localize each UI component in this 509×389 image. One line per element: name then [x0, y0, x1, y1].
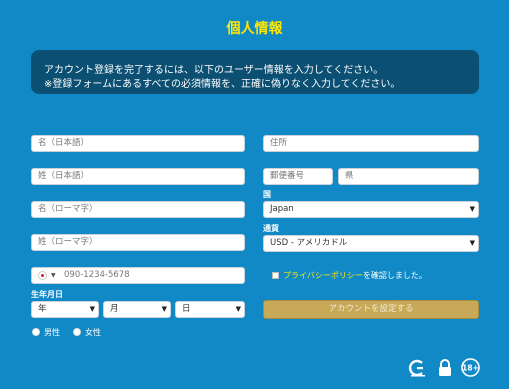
privacy-suffix: を確認しました。: [362, 271, 427, 280]
page-title: 個人情報: [226, 21, 283, 37]
gender-female-radio[interactable]: [73, 328, 81, 336]
birth-year-select[interactable]: 年 ▼: [31, 301, 99, 318]
create-account-button[interactable]: アカウントを設定する: [263, 300, 479, 319]
phone-placeholder: 090-1234-5678: [64, 270, 130, 280]
japan-flag-icon[interactable]: [38, 271, 47, 280]
prefecture-input[interactable]: 県: [338, 168, 479, 185]
currency-value: USD - アメリカドル: [270, 238, 348, 248]
currency-select[interactable]: USD - アメリカドル ▼: [263, 235, 479, 252]
country-value: Japan: [270, 204, 294, 214]
chevron-down-icon: ▼: [235, 305, 241, 313]
lock-icon: [436, 358, 454, 382]
privacy-policy-link[interactable]: プライバシーポリシー: [283, 271, 363, 280]
age-restriction-icon: 18+: [461, 358, 480, 381]
gamcare-icon: [408, 358, 428, 382]
chevron-down-icon: ▼: [469, 239, 475, 247]
gender-male-label: 男性: [44, 328, 60, 337]
chevron-down-icon: ▼: [89, 305, 95, 313]
country-label: 国: [263, 190, 271, 199]
privacy-checkbox[interactable]: [272, 272, 279, 279]
first-name-roman-input[interactable]: 名（ローマ字）: [31, 201, 245, 218]
birth-day-select[interactable]: 日 ▼: [175, 301, 245, 318]
age-badge-text: 18+: [462, 364, 479, 373]
first-name-jp-input[interactable]: 名（日本語）: [31, 135, 245, 152]
birth-day-value: 日: [182, 304, 191, 314]
notice-line-2: ※登録フォームにあるすべての必須情報を、正確に偽りなく入力してください。: [44, 79, 401, 90]
address-input[interactable]: 住所: [263, 135, 479, 152]
last-name-roman-input[interactable]: 姓（ローマ字）: [31, 234, 245, 251]
privacy-text: プライバシーポリシーを確認しました。: [283, 270, 427, 281]
phone-input[interactable]: ▼ 090-1234-5678: [31, 267, 245, 284]
last-name-jp-input[interactable]: 姓（日本語）: [31, 168, 245, 185]
chevron-down-icon[interactable]: ▼: [51, 268, 56, 283]
birth-month-select[interactable]: 月 ▼: [103, 301, 171, 318]
chevron-down-icon: ▼: [161, 305, 167, 313]
notice-line-1: アカウント登録を完了するには、以下のユーザー情報を入力してください。: [44, 65, 384, 76]
chevron-down-icon: ▼: [469, 205, 475, 213]
birth-month-value: 月: [110, 304, 119, 314]
country-select[interactable]: Japan ▼: [263, 201, 479, 218]
currency-label: 通貨: [263, 224, 279, 233]
birth-year-value: 年: [38, 304, 47, 314]
postal-code-input[interactable]: 郵便番号: [263, 168, 333, 185]
info-notice: アカウント登録を完了するには、以下のユーザー情報を入力してください。 ※登録フォ…: [31, 50, 479, 94]
gender-male-radio[interactable]: [32, 328, 40, 336]
birthdate-label: 生年月日: [31, 290, 63, 299]
gender-female-label: 女性: [85, 328, 101, 337]
